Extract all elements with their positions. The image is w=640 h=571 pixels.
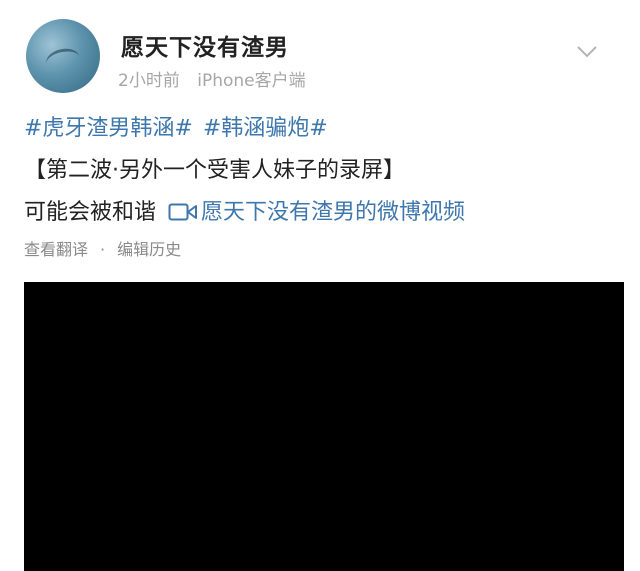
post-header: 愿天下没有渣男 2小时前 iPhone客户端 bbox=[0, 0, 640, 100]
post-content: #虎牙渣男韩涵# #韩涵骗炮# 【第二波·另外一个受害人妹子的录屏】 可能会被和谐… bbox=[24, 108, 624, 234]
hashtag-1[interactable]: #虎牙渣男韩涵# bbox=[24, 116, 193, 141]
translate-link[interactable]: 查看翻译 bbox=[24, 240, 88, 259]
video-camera-icon bbox=[168, 203, 198, 221]
post-device: iPhone客户端 bbox=[197, 71, 306, 91]
post-text: 可能会被和谐 bbox=[24, 200, 157, 225]
post-text-line-3: 可能会被和谐 愿天下没有渣男的微博视频 bbox=[24, 192, 624, 234]
post-time: 2小时前 bbox=[118, 71, 180, 91]
separator-dot: · bbox=[100, 240, 106, 259]
avatar[interactable] bbox=[26, 19, 100, 93]
post-actions: 查看翻译 · 编辑历史 bbox=[24, 236, 181, 260]
video-player[interactable] bbox=[24, 282, 624, 571]
video-link-label: 愿天下没有渣男的微博视频 bbox=[201, 200, 466, 225]
post-text-line: 【第二波·另外一个受害人妹子的录屏】 bbox=[24, 158, 405, 183]
edit-history-link[interactable]: 编辑历史 bbox=[117, 240, 181, 259]
video-link[interactable]: 愿天下没有渣男的微博视频 bbox=[168, 200, 465, 225]
username[interactable]: 愿天下没有渣男 bbox=[121, 28, 289, 62]
chevron-down-icon[interactable] bbox=[576, 40, 598, 62]
post-meta: 2小时前 iPhone客户端 bbox=[118, 66, 306, 91]
avatar-image bbox=[43, 45, 83, 76]
hashtag-2[interactable]: #韩涵骗炮# bbox=[203, 116, 328, 141]
hashtag-line: #虎牙渣男韩涵# #韩涵骗炮# bbox=[24, 108, 624, 150]
